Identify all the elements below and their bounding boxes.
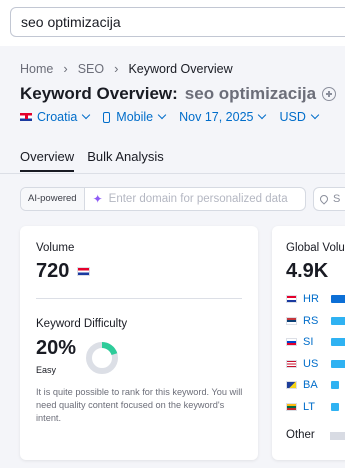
currency-filter[interactable]: USD <box>279 110 320 124</box>
country-row-hr: HR <box>286 293 345 305</box>
location-select[interactable]: S <box>313 187 345 211</box>
country-code[interactable]: BA <box>303 379 331 391</box>
country-row-lt: LT <box>286 401 339 413</box>
country-filter[interactable]: Croatia <box>20 110 91 124</box>
location-select-label: S <box>333 193 341 205</box>
country-volume-bar <box>331 295 345 303</box>
tab-bulk-analysis[interactable]: Bulk Analysis <box>87 149 164 172</box>
country-code[interactable]: HR <box>303 293 331 305</box>
top-bar: seo optimizacija <box>0 0 345 46</box>
country-volume-bar <box>331 381 339 389</box>
breadcrumb-separator-icon: › <box>114 61 119 76</box>
serbia-flag-icon <box>286 317 297 325</box>
keyword-difficulty-label: Keyword Difficulty <box>36 318 128 330</box>
breadcrumb-home[interactable]: Home <box>20 62 53 76</box>
country-filter-label: Croatia <box>37 110 78 124</box>
bosnia-flag-icon <box>286 381 297 389</box>
breadcrumb: Home › SEO › Keyword Overview <box>20 61 233 76</box>
card-divider <box>36 298 242 299</box>
country-row-rs: RS <box>286 315 345 327</box>
chevron-down-icon <box>82 110 91 120</box>
global-volume-card: Global Volu 4.9K HR RS SI US BA LT Other <box>272 226 345 460</box>
page-title: Keyword Overview: seo optimizacija <box>20 84 337 104</box>
country-volume-bar <box>331 317 345 325</box>
breadcrumb-seo[interactable]: SEO <box>78 62 104 76</box>
keyword-search-input[interactable]: seo optimizacija <box>10 7 345 37</box>
device-filter-label: Mobile <box>116 110 154 124</box>
country-row-ba: BA <box>286 379 339 391</box>
breadcrumb-current: Keyword Overview <box>128 61 233 76</box>
page-title-main: Keyword Overview: <box>20 84 178 103</box>
ai-domain-field: AI-powered ✦ <box>20 187 306 211</box>
other-countries-bar <box>330 432 345 440</box>
country-volume-bar <box>331 360 345 368</box>
ai-powered-badge: AI-powered <box>21 188 85 210</box>
keyword-difficulty-level: Easy <box>36 365 57 375</box>
country-code[interactable]: RS <box>303 315 331 327</box>
tabs-divider <box>0 173 345 174</box>
keyword-difficulty-value: 20% <box>36 337 77 359</box>
ai-domain-row: AI-powered ✦ S <box>20 187 345 211</box>
global-volume-value: 4.9K <box>286 260 329 282</box>
chevron-down-icon <box>258 110 267 120</box>
mobile-phone-icon <box>103 111 111 123</box>
country-row-us: US <box>286 358 345 370</box>
croatia-flag-icon <box>286 295 297 303</box>
location-pin-icon <box>318 193 330 205</box>
country-code[interactable]: US <box>303 358 331 370</box>
other-countries-label: Other <box>286 429 315 441</box>
country-row-si: SI <box>286 336 345 348</box>
add-to-list-plus-icon[interactable] <box>322 87 337 101</box>
page-title-keyword: seo optimizacija <box>184 84 317 103</box>
difficulty-donut-chart <box>86 342 118 374</box>
chevron-down-icon <box>157 110 167 120</box>
sparkle-icon: ✦ <box>92 192 103 206</box>
croatia-flag-icon <box>20 113 32 121</box>
breadcrumb-separator-icon: › <box>63 61 68 76</box>
croatia-flag-icon <box>77 267 90 276</box>
currency-filter-label: USD <box>279 110 306 124</box>
date-filter-label: Nov 17, 2025 <box>179 110 254 124</box>
global-volume-label: Global Volu <box>286 242 345 254</box>
domain-input[interactable] <box>108 193 305 205</box>
usa-flag-icon <box>286 360 297 368</box>
volume-difficulty-card: Volume 720 Keyword Difficulty 20% Easy I… <box>20 226 258 460</box>
country-volume-bar <box>331 403 339 411</box>
volume-value: 720 <box>36 260 70 282</box>
tab-overview[interactable]: Overview <box>20 149 75 172</box>
chevron-down-icon <box>310 110 320 120</box>
slovenia-flag-icon <box>286 338 297 346</box>
country-volume-bar <box>331 338 345 346</box>
date-filter[interactable]: Nov 17, 2025 <box>179 110 267 124</box>
country-code[interactable]: LT <box>303 401 331 413</box>
volume-label: Volume <box>36 242 75 254</box>
lithuania-flag-icon <box>286 403 297 411</box>
device-filter[interactable]: Mobile <box>103 110 167 124</box>
keyword-difficulty-description: It is quite possible to rank for this ke… <box>36 387 243 423</box>
filter-bar: Croatia Mobile Nov 17, 2025 USD <box>20 110 332 124</box>
country-code[interactable]: SI <box>303 336 331 348</box>
tabs: Overview Bulk Analysis <box>20 149 177 172</box>
